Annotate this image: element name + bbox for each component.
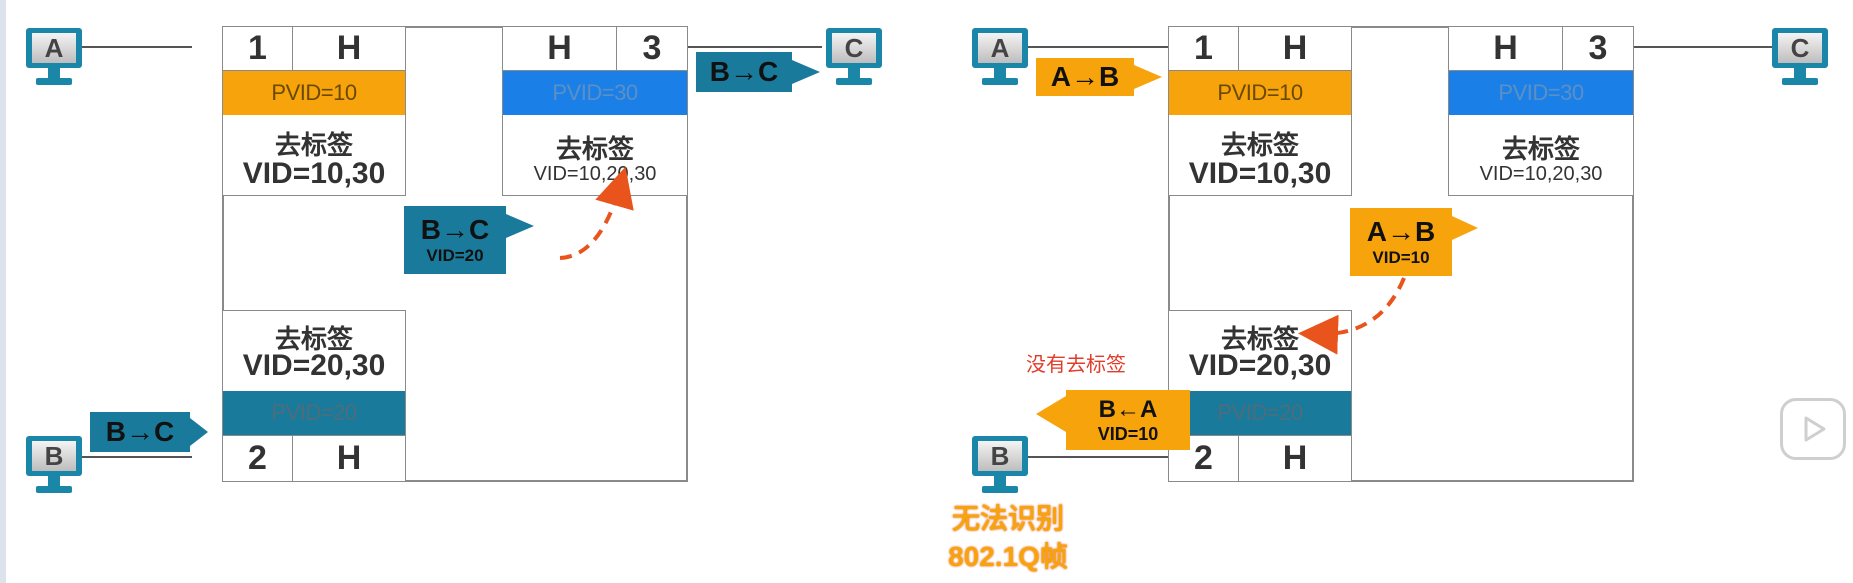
dashed-arrow-right (1298, 277, 1406, 355)
play-icon (1804, 416, 1826, 442)
play-button[interactable] (1780, 398, 1846, 460)
dashed-arrow-left (559, 166, 634, 260)
dashed-arrows (559, 166, 1406, 355)
